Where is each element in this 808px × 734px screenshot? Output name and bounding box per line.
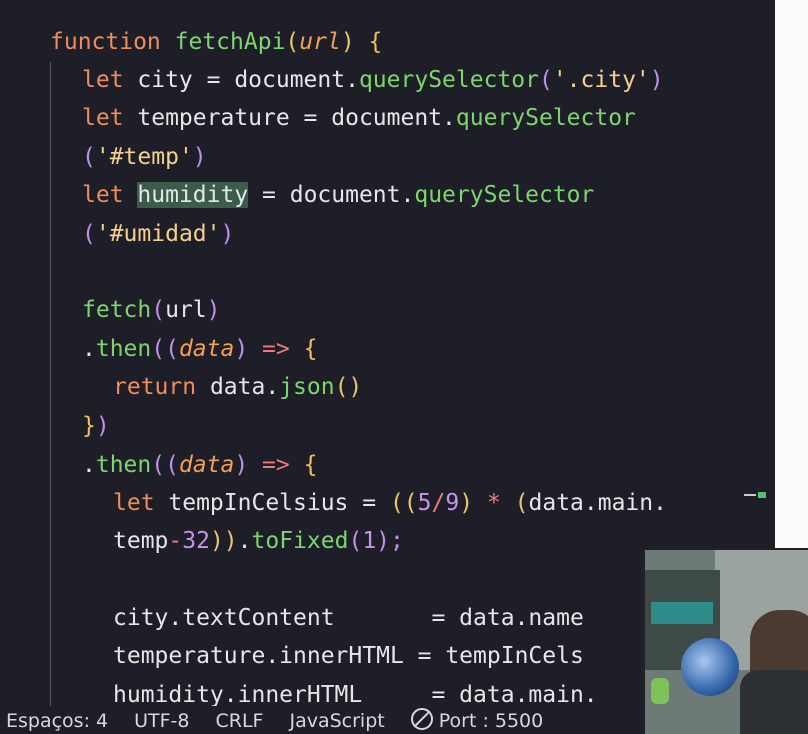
no-entry-icon: [410, 708, 433, 730]
code-line[interactable]: ('#temp'): [82, 138, 207, 176]
status-eol[interactable]: CRLF: [216, 706, 264, 734]
minimap-indicator: [758, 492, 766, 498]
code-line[interactable]: .then((data) => {: [82, 330, 317, 368]
webcam-person-shirt: [740, 670, 808, 734]
code-line[interactable]: let temperature = document.querySelector: [82, 99, 636, 137]
webcam-shelf-box: [651, 602, 713, 624]
code-line[interactable]: temp-32)).toFixed(1);: [113, 522, 404, 560]
status-indentation[interactable]: Espaços: 4: [6, 706, 108, 734]
indent-guide: [50, 62, 51, 706]
code-line[interactable]: }): [82, 407, 110, 445]
code-line[interactable]: city.textContent = data.name: [113, 599, 584, 637]
status-port[interactable]: Port : 5500: [410, 706, 543, 734]
code-line[interactable]: let city = document.querySelector('.city…: [82, 61, 664, 99]
code-line[interactable]: humidity.innerHTML = data.main.: [113, 676, 598, 706]
code-line[interactable]: ('#umidad'): [82, 215, 234, 253]
minimap-marker: [744, 494, 756, 496]
status-bar: Espaços: 4 UTF-8 CRLF JavaScript Port : 5500: [0, 706, 643, 734]
code-line[interactable]: let humidity = document.querySelector: [82, 176, 594, 214]
globe-icon: [681, 638, 739, 696]
status-encoding[interactable]: UTF-8: [134, 706, 189, 734]
webcam-overlay: [643, 548, 808, 734]
side-panel: [775, 0, 808, 548]
highlighted-word: humidity: [137, 182, 249, 208]
code-line[interactable]: return data.json(): [113, 368, 362, 406]
code-line[interactable]: function fetchApi(url) {: [50, 23, 382, 61]
code-line[interactable]: let tempInCelsius = ((5/9) * (data.main.: [113, 484, 667, 522]
code-line[interactable]: .then((data) => {: [82, 446, 317, 484]
code-line[interactable]: fetch(url): [82, 291, 221, 329]
status-language[interactable]: JavaScript: [289, 706, 384, 734]
code-line[interactable]: temperature.innerHTML = tempInCels: [113, 637, 584, 675]
toy-figure-icon: [651, 678, 669, 704]
